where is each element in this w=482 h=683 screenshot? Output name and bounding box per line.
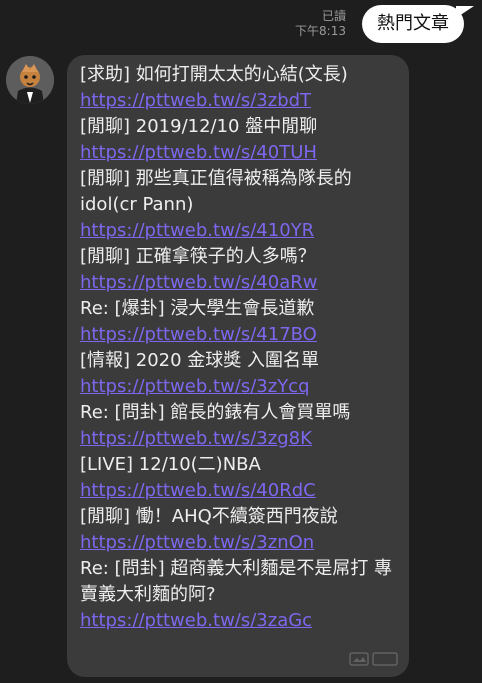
message-link[interactable]: https://pttweb.tw/s/3zaGc	[80, 608, 401, 634]
outgoing-message-bubble[interactable]: 熱門文章	[362, 5, 464, 43]
message-line: [情報] 2020 金球獎 入圍名單	[80, 350, 320, 371]
message-link[interactable]: https://pttweb.tw/s/3zg8K	[80, 426, 401, 452]
message-link[interactable]: https://pttweb.tw/s/40RdC	[80, 478, 401, 504]
message-link[interactable]: https://pttweb.tw/s/410YR	[80, 218, 401, 244]
message-time: 下午8:13	[295, 24, 346, 38]
message-link[interactable]: https://pttweb.tw/s/3zbdT	[80, 88, 401, 114]
message-line: [閒聊] 慟！AHQ不續簽西門夜說	[80, 506, 338, 527]
message-line: [閒聊] 正確拿筷子的人多嗎？	[80, 246, 316, 267]
message-line: Re: [問卦] 超商義大利麵是不是屌打 專賣義大利麵的阿?	[80, 558, 393, 605]
message-link[interactable]: https://pttweb.tw/s/40TUH	[80, 140, 401, 166]
message-link[interactable]: https://pttweb.tw/s/3zYcq	[80, 374, 401, 400]
message-line: Re: [問卦] 館長的錶有人會買單嗎	[80, 402, 351, 423]
message-line: [求助] 如何打開太太的心結(文長)	[80, 64, 348, 85]
message-line: [閒聊] 2019/12/10 盤中閒聊	[80, 116, 318, 137]
gallery-watermark-icon	[349, 651, 399, 667]
read-receipt: 已讀	[321, 9, 346, 23]
message-link[interactable]: https://pttweb.tw/s/417BO	[80, 322, 401, 348]
avatar[interactable]	[6, 56, 54, 104]
message-line: Re: [爆卦] 浸大學生會長道歉	[80, 298, 315, 319]
message-link[interactable]: https://pttweb.tw/s/3znOn	[80, 530, 401, 556]
incoming-message-bubble: [求助] 如何打開太太的心結(文長) https://pttweb.tw/s/3…	[67, 55, 409, 677]
message-line: [LIVE] 12/10(二)NBA	[80, 454, 261, 475]
message-link[interactable]: https://pttweb.tw/s/40aRw	[80, 270, 401, 296]
message-status: 已讀 下午8:13	[295, 9, 346, 39]
message-line: [閒聊] 那些真正值得被稱為隊長的 idol(cr Pann)	[80, 168, 352, 215]
